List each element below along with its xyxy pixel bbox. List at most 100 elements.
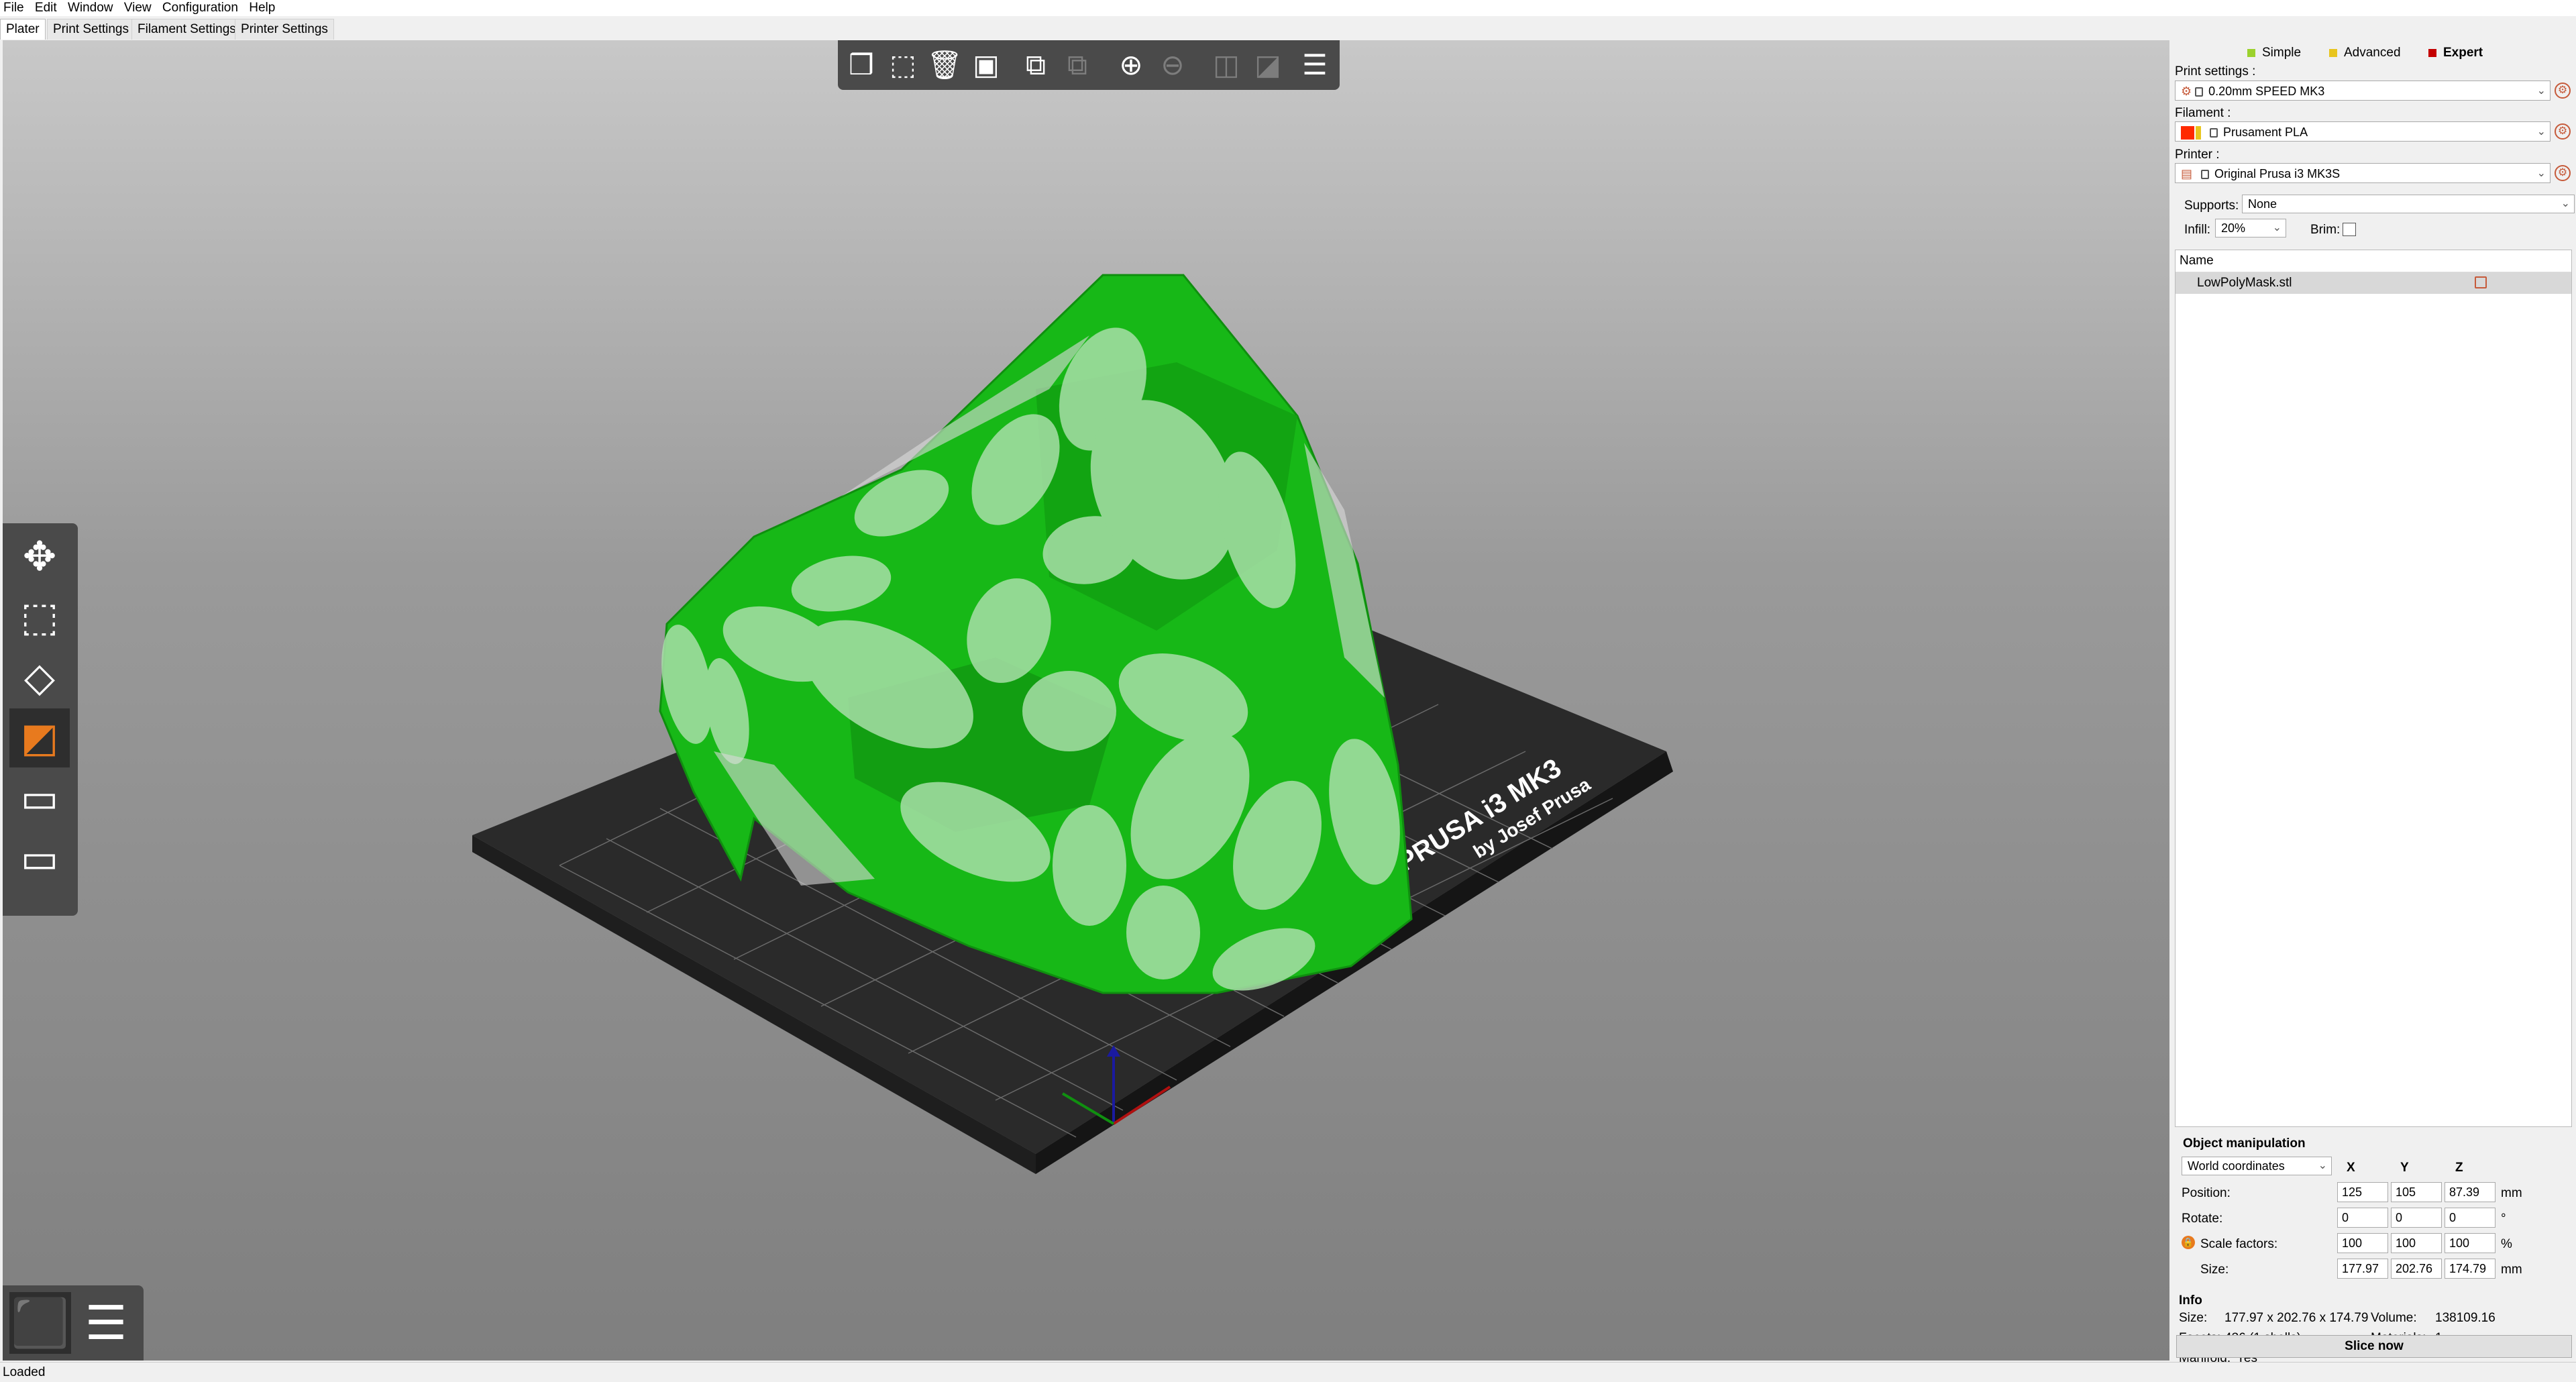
size-z-field[interactable]: 174.79 xyxy=(2445,1259,2496,1279)
position-z-field[interactable]: 87.39 xyxy=(2445,1182,2496,1202)
object-manipulation-title: Object manipulation xyxy=(2183,1136,2306,1151)
supports-combo[interactable]: None ⌄ xyxy=(2242,195,2575,213)
filament-gear-icon[interactable]: ⚙ xyxy=(2555,123,2571,140)
info-size-label: Size: xyxy=(2179,1311,2208,1325)
size-unit: mm xyxy=(2501,1263,2522,1277)
layer-range-icon[interactable]: ▭ xyxy=(9,829,70,888)
gizmo-toolbar: ✥ ⬚ ◇ ◩ ▭ ▭ xyxy=(3,523,78,916)
printer-gear-icon[interactable]: ⚙ xyxy=(2555,165,2571,181)
split-parts-icon[interactable]: ◪ xyxy=(1250,47,1286,83)
axis-z-label: Z xyxy=(2455,1161,2463,1175)
rotate-icon[interactable]: ◇ xyxy=(9,648,70,707)
preview-icon[interactable]: ☰ xyxy=(75,1292,137,1354)
menu-window[interactable]: Window xyxy=(64,0,117,15)
menu-bar: File Edit Window View Configuration Help xyxy=(0,0,2576,16)
menu-edit[interactable]: Edit xyxy=(32,0,61,15)
mode-advanced[interactable]: Advanced xyxy=(2329,46,2401,60)
top-toolbar: ❒ ⬚ 🗑 ▣ ⧉ ⧉ ⊕ ⊖ ◫ ◪ ☰ xyxy=(838,40,1340,90)
position-x-field[interactable]: 125 xyxy=(2337,1182,2388,1202)
status-bar: Loaded xyxy=(0,1362,2576,1382)
infill-combo[interactable]: 20% ⌄ xyxy=(2215,219,2286,237)
slice-now-button[interactable]: Slice now xyxy=(2176,1335,2572,1358)
split-objects-icon[interactable]: ◫ xyxy=(1208,47,1244,83)
lock-scale-icon[interactable]: 🔒 xyxy=(2182,1236,2195,1249)
object-list-header: Name xyxy=(2176,250,2571,272)
mode-selector: Simple Advanced Expert xyxy=(2171,44,2573,63)
rotate-x-field[interactable]: 0 xyxy=(2337,1208,2388,1228)
mode-simple[interactable]: Simple xyxy=(2247,46,2301,60)
3d-view-icon[interactable]: ⬛ xyxy=(9,1292,71,1354)
add-object-icon[interactable]: ❒ xyxy=(843,47,879,83)
axis-y-label: Y xyxy=(2400,1161,2409,1175)
scale-unit: % xyxy=(2501,1237,2512,1251)
filament-combo[interactable]: Prusament PLA ⌄ xyxy=(2175,121,2551,142)
rotate-label: Rotate: xyxy=(2182,1212,2223,1226)
delete-object-icon[interactable]: ⬚ xyxy=(885,47,921,83)
mode-expert[interactable]: Expert xyxy=(2428,46,2483,60)
tab-print-settings[interactable]: Print Settings xyxy=(47,19,135,40)
tab-printer-settings[interactable]: Printer Settings xyxy=(235,19,334,40)
chevron-down-icon: ⌄ xyxy=(2272,222,2282,233)
move-icon[interactable]: ✥ xyxy=(9,527,70,586)
size-x-field[interactable]: 177.97 xyxy=(2337,1259,2388,1279)
expert-mode-icon xyxy=(2428,48,2436,57)
3d-viewport[interactable]: PRUSA i3 MK3 by Josef Prusa ❒ ⬚ 🗑 ▣ ⧉ ⧉ … xyxy=(3,40,2169,1361)
list-item[interactable]: LowPolyMask.stl xyxy=(2176,272,2571,294)
supports-label: Supports: xyxy=(2184,199,2239,213)
copy-icon[interactable]: ⧉ xyxy=(1018,47,1054,83)
scale-x-field[interactable]: 100 xyxy=(2337,1233,2388,1253)
rotate-z-field[interactable]: 0 xyxy=(2445,1208,2496,1228)
lock-icon xyxy=(2201,170,2210,180)
size-y-field[interactable]: 202.76 xyxy=(2391,1259,2442,1279)
filament-color-swatch[interactable] xyxy=(2181,126,2194,140)
menu-configuration[interactable]: Configuration xyxy=(159,0,242,15)
menu-file[interactable]: File xyxy=(0,0,28,15)
place-on-face-icon[interactable]: ◩ xyxy=(9,708,70,767)
info-title: Info xyxy=(2179,1293,2202,1308)
object-list: Name LowPolyMask.stl xyxy=(2175,250,2572,1127)
cut-icon[interactable]: ▭ xyxy=(9,769,70,828)
position-y-field[interactable]: 105 xyxy=(2391,1182,2442,1202)
coordinates-combo[interactable]: World coordinates ⌄ xyxy=(2182,1157,2332,1175)
delete-all-icon[interactable]: 🗑 xyxy=(926,47,963,83)
rotate-y-field[interactable]: 0 xyxy=(2391,1208,2442,1228)
rotate-unit: ° xyxy=(2501,1212,2506,1226)
chevron-down-icon: ⌄ xyxy=(2536,85,2546,97)
advanced-mode-icon xyxy=(2329,48,2337,57)
chevron-down-icon: ⌄ xyxy=(2561,198,2570,209)
paste-icon[interactable]: ⧉ xyxy=(1059,47,1095,83)
tab-plater[interactable]: Plater xyxy=(0,19,46,40)
info-volume-value: 138109.16 xyxy=(2435,1311,2496,1325)
print-settings-combo[interactable]: ⚙ 0.20mm SPEED MK3 ⌄ xyxy=(2175,81,2551,101)
axis-x-label: X xyxy=(2347,1161,2355,1175)
filament-color-edge xyxy=(2196,126,2201,140)
tab-filament-settings[interactable]: Filament Settings xyxy=(131,19,242,40)
print-settings-gear-icon[interactable]: ⚙ xyxy=(2555,83,2571,99)
brim-checkbox[interactable] xyxy=(2343,223,2356,236)
menu-help[interactable]: Help xyxy=(246,0,279,15)
remove-instance-icon[interactable]: ⊖ xyxy=(1155,47,1191,83)
print-settings-label: Print settings : xyxy=(2175,64,2256,78)
sidebar: Simple Advanced Expert Print settings : … xyxy=(2171,40,2576,1365)
simple-mode-icon xyxy=(2247,48,2255,57)
arrange-icon[interactable]: ▣ xyxy=(968,47,1004,83)
edit-settings-icon[interactable] xyxy=(2475,276,2487,288)
info-volume-label: Volume: xyxy=(2371,1311,2417,1325)
scene: PRUSA i3 MK3 by Josef Prusa xyxy=(472,274,1673,1174)
menu-view[interactable]: View xyxy=(121,0,156,15)
filament-label: Filament : xyxy=(2175,106,2231,120)
layers-editing-icon[interactable]: ☰ xyxy=(1297,47,1333,83)
printer-combo[interactable]: ▤ Original Prusa i3 MK3S ⌄ xyxy=(2175,163,2551,183)
scale-icon[interactable]: ⬚ xyxy=(9,588,70,647)
brim-label: Brim: xyxy=(2310,223,2341,237)
chevron-down-icon: ⌄ xyxy=(2536,126,2546,138)
size-label: Size: xyxy=(2200,1263,2229,1277)
position-label: Position: xyxy=(2182,1186,2231,1200)
infill-label: Infill: xyxy=(2184,223,2211,237)
lock-icon xyxy=(2210,128,2218,138)
add-instance-icon[interactable]: ⊕ xyxy=(1113,47,1149,83)
scale-z-field[interactable]: 100 xyxy=(2445,1233,2496,1253)
position-unit: mm xyxy=(2501,1186,2522,1200)
scale-y-field[interactable]: 100 xyxy=(2391,1233,2442,1253)
main-tabs: Plater Print Settings Filament Settings … xyxy=(0,17,2576,40)
